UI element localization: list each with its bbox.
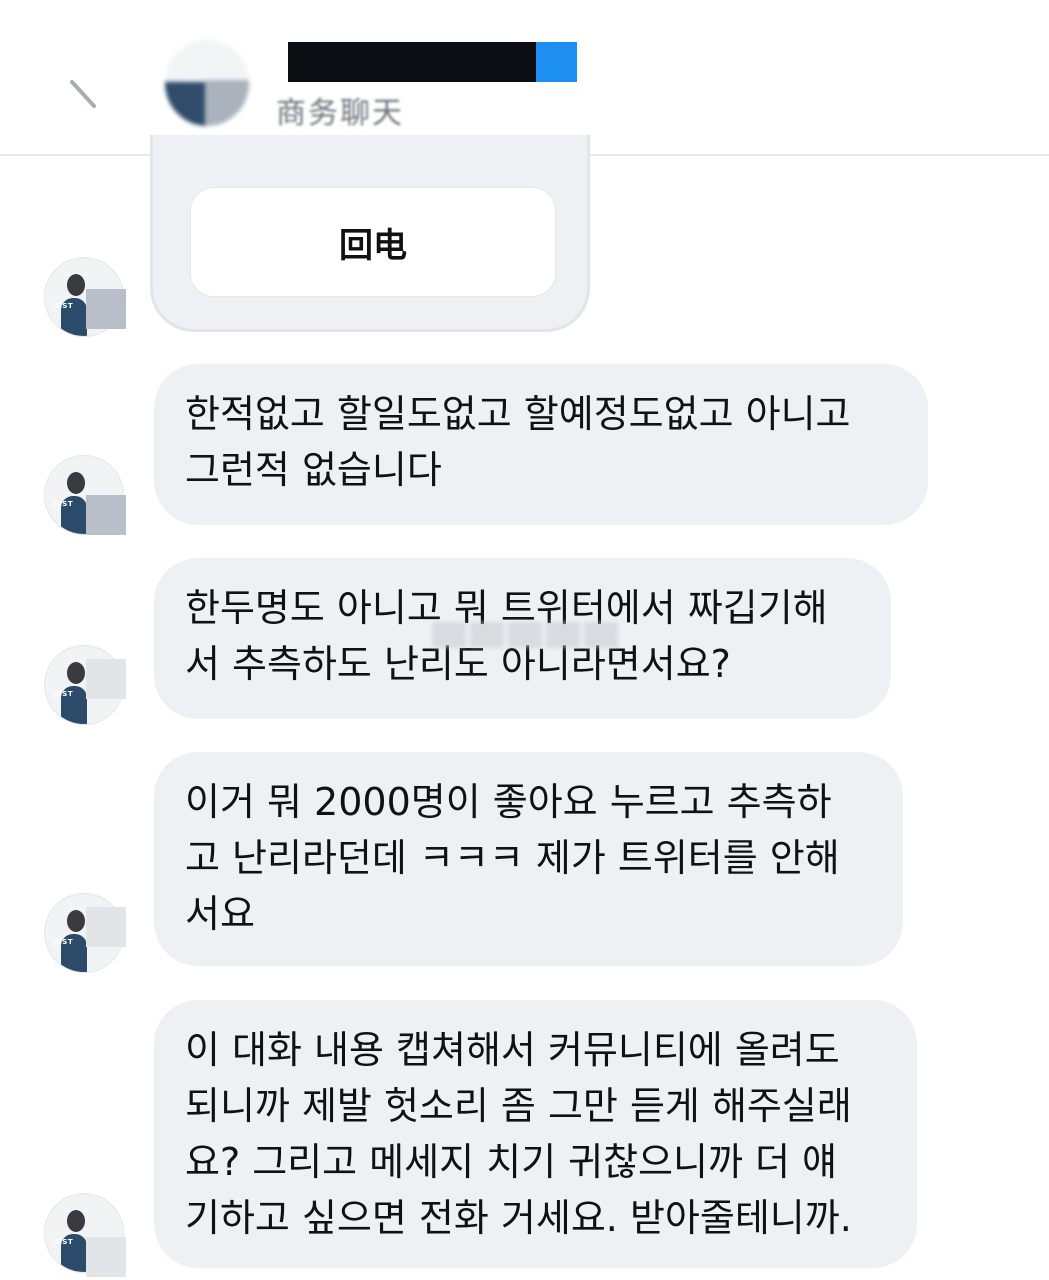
sender-avatar[interactable]: JUST	[44, 645, 126, 725]
verified-badge-icon	[536, 42, 577, 82]
call-card: 回电	[150, 135, 590, 332]
sender-avatar[interactable]: JUST	[44, 1193, 126, 1277]
redacted-contact-name	[288, 42, 577, 82]
sender-avatar[interactable]: JUST	[44, 455, 126, 535]
sender-avatar[interactable]: JUST	[44, 893, 126, 973]
sender-avatar[interactable]: JUST	[44, 257, 126, 337]
call-back-button[interactable]: 回电	[190, 187, 556, 297]
chat-header: 商务聊天	[0, 0, 1049, 156]
contact-avatar[interactable]	[165, 40, 249, 126]
chat-subtitle: 商务聊天	[276, 96, 404, 128]
chevron-left-icon	[70, 80, 96, 108]
message-bubble[interactable]: 한적없고 할일도없고 할예정도없고 아니고 그런적 없습니다	[154, 364, 928, 525]
watermark	[432, 622, 658, 652]
message-bubble[interactable]: 이 대화 내용 캡쳐해서 커뮤니티에 올려도 되니까 제발 헛소리 좀 그만 듣…	[154, 1000, 917, 1268]
message-bubble[interactable]: 이거 뭐 2000명이 좋아요 누르고 추측하 고 난리라던데 ㅋㅋㅋ 제가 트…	[154, 752, 903, 966]
back-button[interactable]	[62, 68, 102, 114]
